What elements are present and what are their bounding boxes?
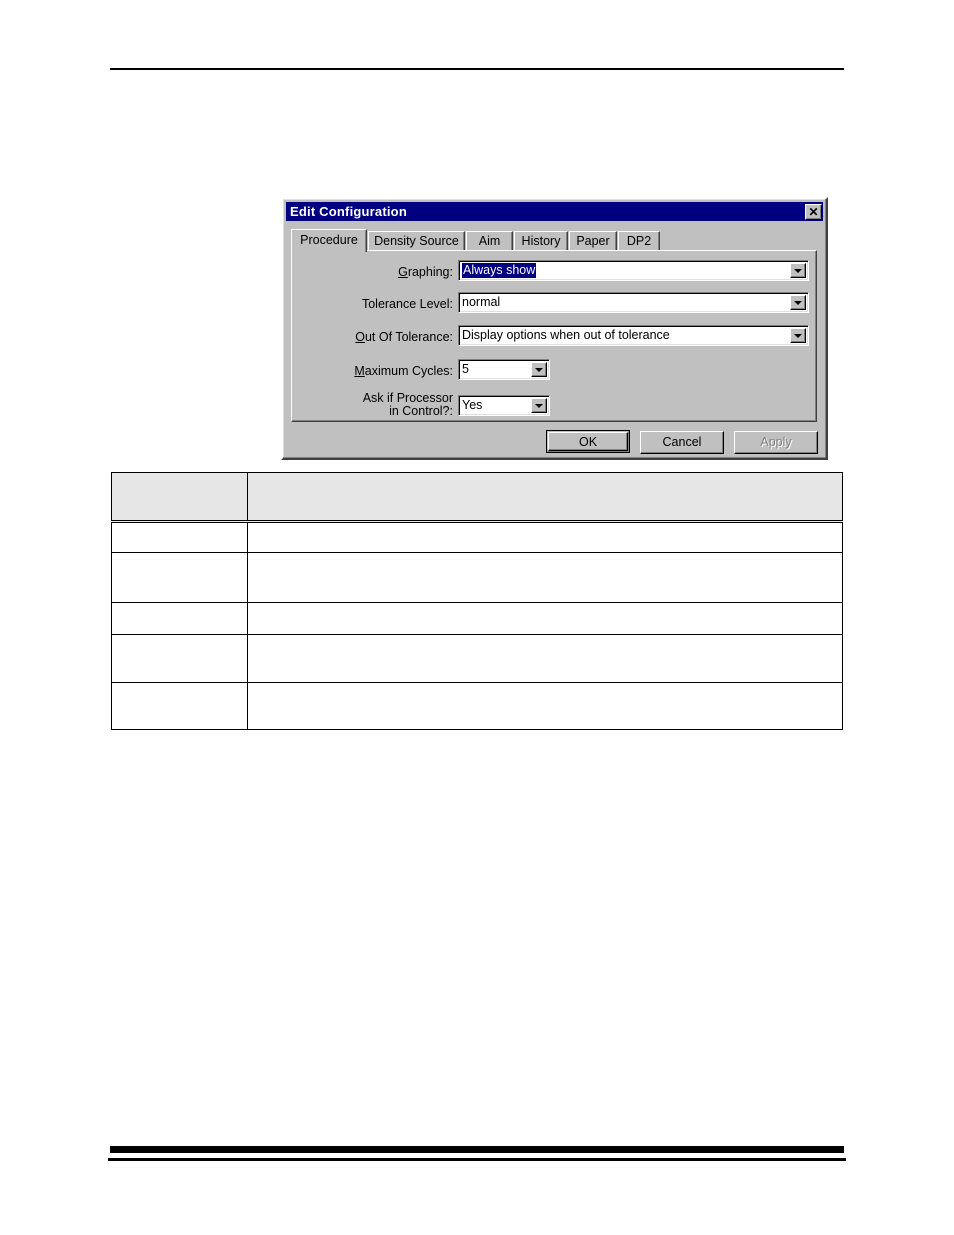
tab-dp2-label: DP2 xyxy=(626,234,652,248)
ask-if-processor-label-line1: Ask if Processor xyxy=(362,391,453,405)
table-row xyxy=(111,682,843,730)
table-body xyxy=(111,521,843,730)
table-header-cell-0 xyxy=(111,472,248,523)
out-of-tolerance-label: Out Of Tolerance: xyxy=(355,327,453,348)
table-cell xyxy=(111,521,248,553)
tab-dp2[interactable]: DP2 xyxy=(618,231,660,251)
page-footer-bar xyxy=(110,1146,844,1153)
ask-if-processor-chevron-down-icon[interactable] xyxy=(531,398,547,413)
table-cell xyxy=(247,682,843,730)
ask-if-processor-label: Ask if Processor in Control?: xyxy=(363,392,453,418)
out-of-tolerance-combo[interactable]: Display options when out of tolerance xyxy=(458,325,809,346)
ask-if-processor-combo[interactable]: Yes xyxy=(458,395,550,416)
tab-strip: Procedure Density Source Aim History Pap… xyxy=(291,229,817,252)
tab-history[interactable]: History xyxy=(514,231,568,251)
out-of-tolerance-value: Display options when out of tolerance xyxy=(462,328,670,342)
out-of-tolerance-label-row: Out Of Tolerance: xyxy=(292,327,453,349)
tab-aim-label: Aim xyxy=(478,234,501,248)
table-cell xyxy=(247,634,843,683)
close-button[interactable]: ✕ xyxy=(805,203,822,220)
graphing-value: Always show xyxy=(462,263,537,278)
table-header-row xyxy=(111,472,843,523)
out-of-tolerance-chevron-down-icon[interactable] xyxy=(790,328,806,343)
ok-button-label: OK xyxy=(548,432,628,451)
tab-procedure-label: Procedure xyxy=(300,233,358,247)
maximum-cycles-label-mnemonic: M xyxy=(354,364,365,378)
graphing-combo[interactable]: Always show xyxy=(458,260,809,281)
apply-button-label: Apply xyxy=(760,435,792,449)
tab-paper-label: Paper xyxy=(576,234,610,248)
table-row xyxy=(111,521,843,553)
tolerance-level-label-row: Tolerance Level: xyxy=(292,294,453,316)
page-footer-rule xyxy=(108,1158,846,1161)
ask-if-processor-label-row: Ask if Processor in Control?: xyxy=(292,392,453,419)
graphing-chevron-down-icon[interactable] xyxy=(790,263,806,278)
tab-procedure[interactable]: Procedure xyxy=(291,229,367,252)
tab-aim[interactable]: Aim xyxy=(466,231,513,251)
table-cell xyxy=(247,552,843,603)
maximum-cycles-combo[interactable]: 5 xyxy=(458,359,550,380)
out-of-tolerance-label-text: ut Of Tolerance: xyxy=(364,330,453,344)
maximum-cycles-label: Maximum Cycles: xyxy=(354,361,453,382)
ask-if-processor-value: Yes xyxy=(462,398,483,412)
table-cell xyxy=(111,682,248,730)
ask-if-processor-label-line2: in Control?: xyxy=(389,404,453,418)
maximum-cycles-chevron-down-icon[interactable] xyxy=(531,362,547,377)
graphing-label-row: Graphing: xyxy=(292,262,453,284)
maximum-cycles-label-row: Maximum Cycles: xyxy=(292,361,453,383)
tolerance-level-chevron-down-icon[interactable] xyxy=(790,295,806,310)
cancel-button-label: Cancel xyxy=(662,435,702,449)
tab-paper[interactable]: Paper xyxy=(569,231,617,251)
ok-button[interactable]: OK xyxy=(546,430,630,453)
table-row xyxy=(111,552,843,603)
graphing-label-text: raphing: xyxy=(407,265,453,279)
tolerance-level-value: normal xyxy=(462,295,501,309)
table-cell xyxy=(247,521,843,553)
graphing-label-mnemonic: G xyxy=(398,265,408,279)
tab-density-source[interactable]: Density Source xyxy=(368,231,465,251)
parameter-table xyxy=(111,472,843,730)
dialog-title: Edit Configuration xyxy=(290,204,407,219)
table-cell xyxy=(111,552,248,603)
maximum-cycles-value: 5 xyxy=(462,362,469,376)
apply-button[interactable]: Apply xyxy=(734,431,818,454)
table-cell xyxy=(111,634,248,683)
dialog-titlebar[interactable]: Edit Configuration ✕ xyxy=(286,202,823,221)
tolerance-level-combo[interactable]: normal xyxy=(458,292,809,313)
table-header-cell-1 xyxy=(247,472,843,523)
procedure-tab-panel: Graphing: Always show Tolerance Level: n… xyxy=(291,250,817,422)
graphing-label: Graphing: xyxy=(398,262,453,283)
tab-density-source-label: Density Source xyxy=(374,234,459,248)
close-icon: ✕ xyxy=(808,204,819,219)
edit-configuration-dialog: Edit Configuration ✕ Procedure Density S… xyxy=(281,197,828,460)
tolerance-level-label: Tolerance Level: xyxy=(361,297,453,311)
table-row xyxy=(111,634,843,683)
table-row xyxy=(111,602,843,635)
page-header-rule xyxy=(110,68,844,70)
tab-history-label: History xyxy=(521,234,561,248)
cancel-button[interactable]: Cancel xyxy=(640,431,724,454)
maximum-cycles-label-text: aximum Cycles: xyxy=(364,364,453,378)
table-cell xyxy=(111,602,248,635)
table-cell xyxy=(247,602,843,635)
out-of-tolerance-label-mnemonic: O xyxy=(355,330,365,344)
